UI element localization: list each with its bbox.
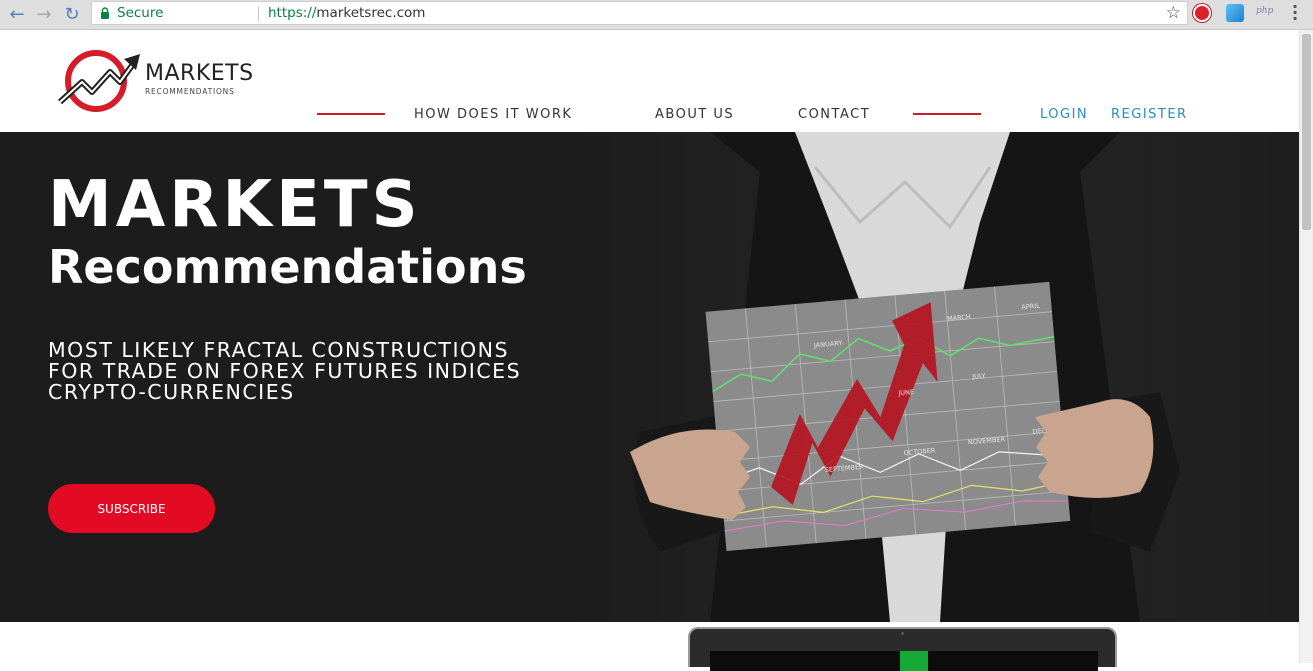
extension-php-icon[interactable]: php	[1256, 6, 1278, 20]
nav-about-us[interactable]: ABOUT US	[655, 107, 734, 122]
content-section	[0, 622, 1299, 671]
businessman-holding-chart-image: JANUARY MARCH APRIL JUNE JULY SEPTEMBER …	[560, 132, 1299, 622]
hero-tagline-line: CRYPTO-CURRENCIES	[48, 380, 295, 404]
logo-title[interactable]: MARKETS	[145, 61, 254, 86]
logo-subtitle: RECOMMENDATIONS	[145, 87, 235, 96]
laptop-image	[688, 627, 1117, 671]
hero-tagline-line: MOST LIKELY FRACTAL CONSTRUCTIONS	[48, 338, 509, 362]
hero-subtitle: Recommendations	[48, 240, 527, 294]
browser-menu-icon[interactable]: · · ·	[1292, 0, 1298, 27]
chart-month-april: APRIL	[1021, 302, 1040, 312]
page-scrollbar[interactable]	[1299, 30, 1313, 663]
hero-section: JANUARY MARCH APRIL JUNE JULY SEPTEMBER …	[0, 132, 1299, 622]
lock-icon	[101, 7, 109, 19]
address-bar[interactable]: Secure https://marketsrec.com ☆	[91, 1, 1188, 25]
register-link[interactable]: REGISTER	[1111, 107, 1188, 122]
nav-how-it-works[interactable]: HOW DOES IT WORK	[414, 107, 572, 122]
forward-icon[interactable]: →	[33, 3, 55, 25]
url-text[interactable]: https://marketsrec.com	[268, 5, 425, 21]
browser-toolbar: ← → ↻ Secure https://marketsrec.com ☆ ph…	[0, 0, 1313, 30]
laptop-screen-highlight	[900, 651, 928, 671]
nav-divider-right	[913, 113, 981, 115]
login-link[interactable]: LOGIN	[1040, 107, 1088, 122]
address-separator	[258, 7, 259, 21]
back-icon[interactable]: ←	[6, 3, 28, 25]
url-scheme: https://	[268, 5, 317, 21]
chart-month-july: JULY	[971, 372, 986, 381]
laptop-camera	[901, 632, 904, 635]
hero-tagline-line: FOR TRADE ON FOREX FUTURES INDICES	[48, 359, 522, 383]
subscribe-button[interactable]: SUBSCRIBE	[48, 484, 215, 533]
bookmark-star-icon[interactable]: ☆	[1166, 3, 1181, 23]
secure-label: Secure	[117, 5, 164, 21]
extension-shield-icon[interactable]	[1193, 4, 1211, 22]
chart-month-june: JUNE	[897, 388, 914, 397]
site-header: MARKETS RECOMMENDATIONS HOW DOES IT WORK…	[0, 31, 1299, 132]
url-host: marketsrec.com	[316, 5, 426, 21]
extension-app-icon[interactable]	[1226, 4, 1244, 22]
hero-title: MARKETS	[48, 168, 422, 242]
nav-divider-left	[317, 113, 385, 115]
scrollbar-thumb[interactable]	[1302, 34, 1311, 230]
nav-contact[interactable]: CONTACT	[798, 107, 870, 122]
hero-tagline: MOST LIKELY FRACTAL CONSTRUCTIONS FOR TR…	[48, 340, 668, 403]
reload-icon[interactable]: ↻	[61, 3, 83, 25]
